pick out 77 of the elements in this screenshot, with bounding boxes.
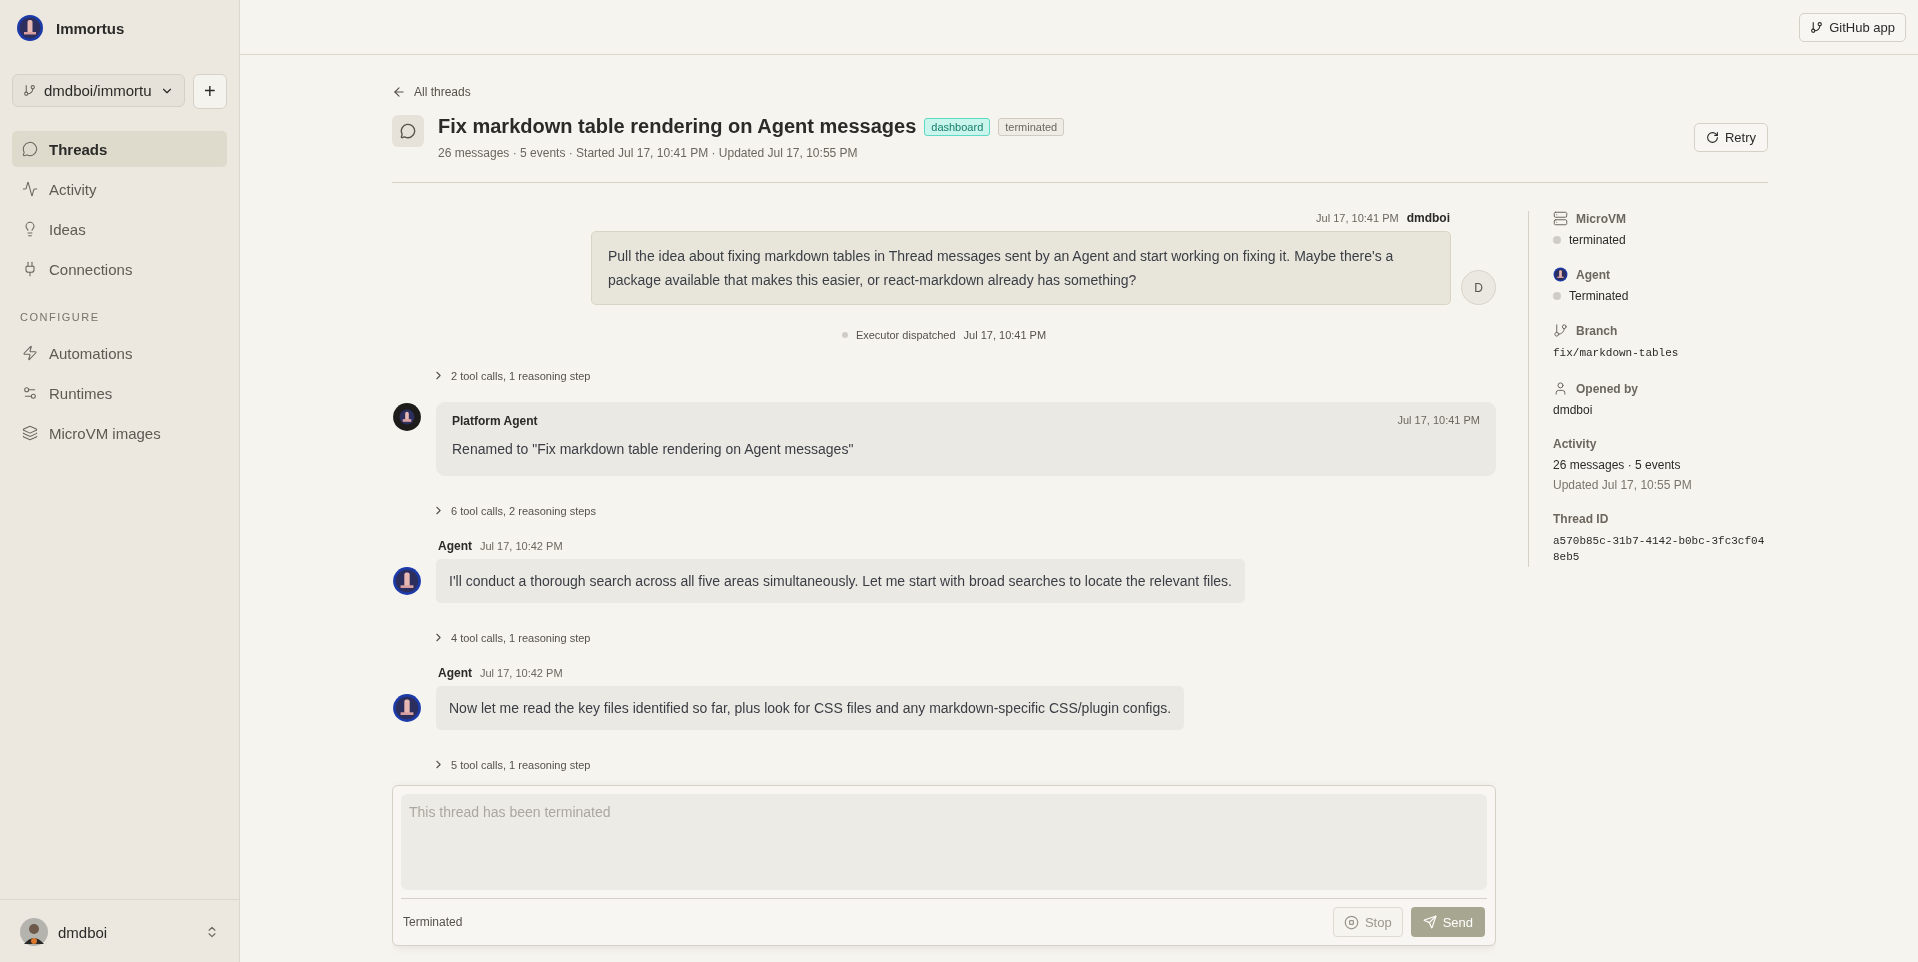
retry-icon [1705, 131, 1719, 144]
branch-icon [23, 84, 36, 97]
sidebar-item[interactable]: Ideas [12, 211, 227, 247]
chat-bubble-icon [22, 141, 38, 157]
agent-avatar [392, 693, 422, 723]
lightbulb-icon [22, 221, 38, 237]
agent-logo-icon [1553, 267, 1568, 282]
message-time: Jul 17, 10:42 PM [480, 667, 563, 679]
plug-icon [22, 261, 38, 277]
server-icon [1553, 211, 1568, 226]
add-button[interactable]: + [192, 74, 227, 109]
app-name: Immortus [56, 19, 125, 37]
send-icon [1422, 915, 1437, 929]
message-text: Renamed to "Fix markdown table rendering on Agent messages" [452, 440, 855, 459]
detail-label: Agent [1576, 267, 1610, 282]
message-author: Platform Agent [452, 414, 538, 428]
tag: terminated [998, 117, 1065, 136]
detail-value: Terminated [1569, 289, 1629, 303]
branch-icon [1553, 323, 1568, 338]
sidebar-item[interactable]: Automations [12, 335, 227, 371]
sliders-icon [22, 385, 38, 401]
tool-calls-toggle[interactable]: 4 tool calls, 1 reasoning step [432, 631, 591, 644]
detail-label: Branch [1576, 323, 1618, 338]
message-text: I'll conduct a thorough search across all five areas simultaneously. Let me start with broad searches to locate the relevant files. [449, 572, 1232, 591]
user-icon [1553, 381, 1568, 396]
layers-icon [22, 425, 38, 441]
detail-label: MicroVM [1576, 211, 1626, 226]
tool-calls-toggle[interactable]: 6 tool calls, 2 reasoning steps [432, 504, 596, 517]
lightning-icon [22, 345, 38, 361]
tool-calls-toggle[interactable]: 2 tool calls, 1 reasoning step [432, 369, 591, 382]
message-author: dmdboi [1406, 211, 1450, 225]
retry-button[interactable]: Retry [1693, 123, 1768, 152]
user-message: Pull the idea about fixing markdown tables in Thread messages sent by an Agent and start working on fixing it. Maybe there's a package available that makes this easier, or react-markdown already has something? [591, 231, 1451, 305]
detail-label: Opened by [1576, 381, 1638, 396]
sidebar-item[interactable]: Runtimes [12, 375, 227, 411]
message-time: Jul 17, 10:42 PM [480, 540, 563, 552]
detail-value: a570b85c-31b7-4142-b0bc-3fc3cf048eb5 [1553, 534, 1766, 565]
sidebar-item[interactable]: MicroVM images [12, 415, 227, 451]
detail-value: 26 messages · 5 events [1553, 458, 1681, 472]
tool-calls-toggle[interactable]: 5 tool calls, 1 reasoning step [432, 758, 591, 771]
branch-icon [1810, 20, 1824, 34]
sidebar-item[interactable]: Threads [12, 131, 227, 167]
back-link[interactable]: All threads [392, 85, 471, 99]
event-time: Jul 17, 10:41 PM [963, 329, 1047, 341]
section-heading: CONFIGURE [20, 311, 101, 323]
stop-icon [1343, 914, 1359, 930]
repo-selector[interactable]: dmdboi/immortu [12, 74, 185, 107]
message-author: Agent [438, 666, 472, 680]
detail-label: Thread ID [1553, 512, 1609, 526]
thread-title: Fix markdown table rendering on Agent messages [438, 115, 917, 138]
user-name: dmdboi [58, 923, 109, 941]
event-dot-icon [841, 332, 848, 338]
github-app-button[interactable]: GitHub app [1799, 12, 1906, 42]
detail-value: terminated [1569, 233, 1626, 247]
event-text: Executor dispatched [855, 329, 956, 341]
message-time: Jul 17, 10:41 PM [1316, 212, 1399, 224]
detail-label: Activity [1553, 437, 1597, 451]
sidebar-item[interactable]: Activity [12, 171, 227, 207]
detail-value: fix/markdown-tables [1553, 346, 1679, 361]
pulse-icon [22, 181, 38, 197]
thread-icon [392, 115, 424, 147]
user-avatar: D [1461, 270, 1496, 305]
status-dot-icon [1553, 292, 1561, 300]
message-text: Now let me read the key files identified so far, plus look for CSS files and any markdown-specific CSS/plugin configs. [449, 699, 1172, 718]
message-time: Jul 17, 10:41 PM [1397, 414, 1480, 428]
app-logo-icon [16, 14, 44, 42]
agent-avatar [392, 566, 422, 596]
user-avatar [20, 918, 48, 946]
sidebar-item[interactable]: Connections [12, 251, 227, 287]
composer-status: Terminated [403, 915, 464, 929]
tag: dashboard [924, 117, 991, 136]
status-dot-icon [1553, 236, 1561, 244]
detail-value: dmdboi [1553, 403, 1593, 417]
agent-avatar [392, 402, 422, 432]
thread-meta: 26 messages · 5 events · Started Jul 17, 10:41 PM · Updated Jul 17, 10:55 PM [438, 146, 859, 160]
message-author: Agent [438, 539, 472, 553]
detail-subtext: Updated Jul 17, 10:55 PM [1553, 478, 1693, 492]
